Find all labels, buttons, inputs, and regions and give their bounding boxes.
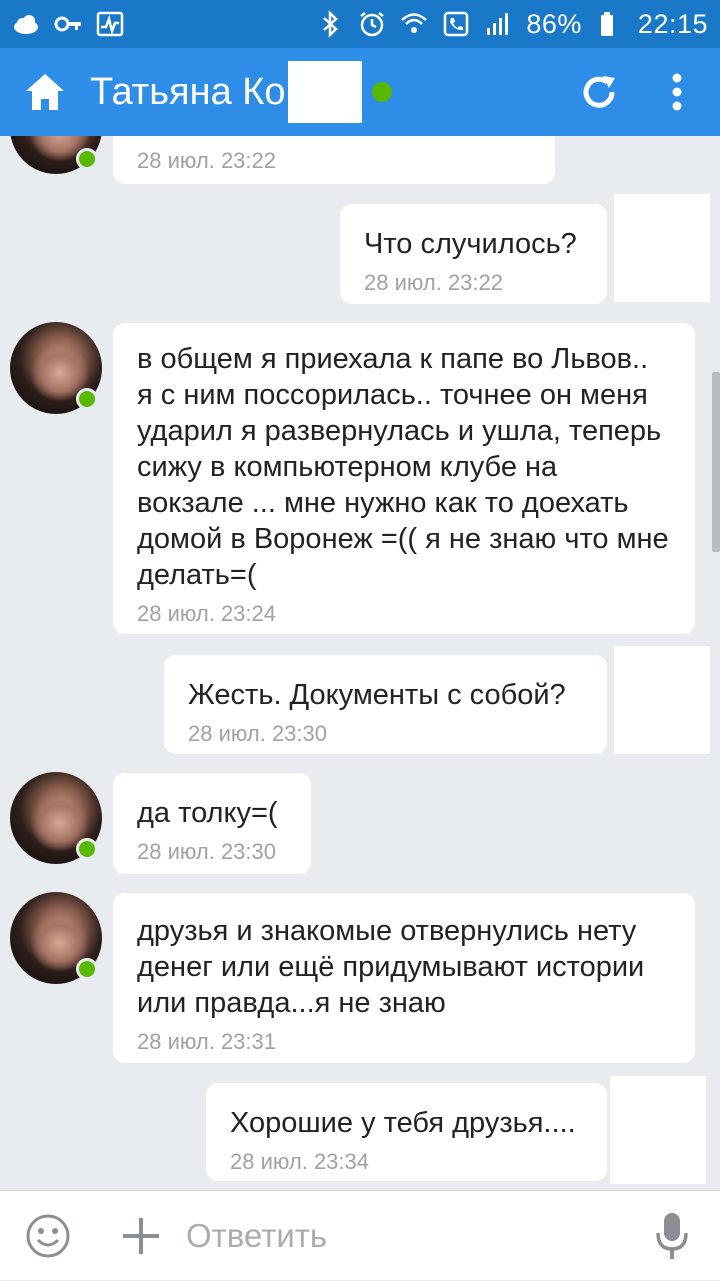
alarm-icon bbox=[358, 10, 386, 38]
bluetooth-icon bbox=[316, 10, 344, 38]
app-bar: Татьяна Ко bbox=[0, 48, 720, 136]
online-status-dot bbox=[369, 80, 394, 104]
message-bubble-incoming[interactable]: да толку=( 28 июл. 23:30 bbox=[113, 773, 311, 874]
message-bubble-incoming[interactable]: 28 июл. 23:22 bbox=[113, 136, 555, 184]
message-text: Жесть. Документы с собой? bbox=[188, 679, 566, 711]
message-list[interactable]: 28 июл. 23:22 Что случилось? 28 июл. 23:… bbox=[0, 136, 720, 1190]
status-bar: 86% 22:15 bbox=[0, 0, 720, 48]
message-text: да толку=( bbox=[137, 797, 278, 829]
activity-icon bbox=[96, 10, 124, 38]
wifi-call-icon bbox=[400, 10, 428, 38]
voice-message-button[interactable] bbox=[624, 1191, 720, 1281]
own-avatar-redacted bbox=[614, 194, 710, 302]
more-vertical-icon bbox=[672, 73, 682, 111]
message-bubble-outgoing[interactable]: Хорошие у тебя друзья.... 28 июл. 23:34 bbox=[206, 1083, 607, 1181]
composer-bar bbox=[0, 1190, 720, 1280]
message-time: 28 июл. 23:30 bbox=[137, 839, 277, 864]
message-time: 28 июл. 23:22 bbox=[364, 270, 504, 295]
attach-button[interactable] bbox=[96, 1191, 186, 1281]
plus-icon bbox=[123, 1217, 159, 1254]
message-time: 28 июл. 23:22 bbox=[137, 148, 277, 173]
message-bubble-outgoing[interactable]: Жесть. Документы с собой? 28 июл. 23:30 bbox=[164, 655, 607, 754]
message-time: 28 июл. 23:30 bbox=[188, 721, 328, 746]
battery-icon bbox=[596, 10, 624, 38]
message-time: 28 июл. 23:24 bbox=[137, 601, 277, 626]
message-time: 28 июл. 23:34 bbox=[230, 1149, 370, 1174]
own-avatar-redacted bbox=[614, 646, 710, 754]
online-status-dot bbox=[76, 148, 98, 170]
message-text: в общем я приехала к папе во Львов.. я с… bbox=[137, 343, 669, 591]
smiley-icon bbox=[26, 1214, 70, 1257]
battery-percent: 86% bbox=[526, 8, 582, 39]
message-bubble-outgoing[interactable]: Что случилось? 28 июл. 23:22 bbox=[340, 204, 607, 304]
cloud-icon bbox=[12, 10, 40, 38]
refresh-icon bbox=[583, 76, 615, 108]
emoji-button[interactable] bbox=[0, 1191, 96, 1281]
phone-icon bbox=[442, 10, 470, 38]
message-text: друзья и знакомые отвернулись нету денег… bbox=[137, 915, 645, 1019]
message-time: 28 июл. 23:31 bbox=[137, 1029, 277, 1054]
key-icon bbox=[54, 10, 82, 38]
message-text: Что случилось? bbox=[364, 228, 577, 260]
refresh-button[interactable] bbox=[564, 48, 634, 136]
home-button[interactable] bbox=[0, 48, 90, 136]
reply-input[interactable] bbox=[186, 1205, 624, 1266]
online-status-dot bbox=[76, 388, 98, 410]
online-status-dot bbox=[76, 838, 98, 860]
message-bubble-incoming[interactable]: в общем я приехала к папе во Львов.. я с… bbox=[113, 323, 695, 634]
message-text: Хорошие у тебя друзья.... bbox=[230, 1107, 576, 1139]
redaction-box bbox=[287, 61, 362, 123]
home-icon bbox=[26, 74, 64, 110]
signal-icon bbox=[484, 10, 512, 38]
online-status-dot bbox=[76, 958, 98, 980]
microphone-icon bbox=[656, 1212, 688, 1259]
own-avatar-redacted bbox=[610, 1076, 706, 1184]
message-bubble-incoming[interactable]: друзья и знакомые отвернулись нету денег… bbox=[113, 893, 695, 1063]
more-menu-button[interactable] bbox=[634, 48, 720, 136]
conversation-title-area[interactable]: Татьяна Ко bbox=[90, 61, 564, 123]
clock: 22:15 bbox=[637, 8, 708, 39]
conversation-title: Татьяна Ко bbox=[90, 70, 286, 113]
scrollbar[interactable] bbox=[712, 372, 720, 552]
